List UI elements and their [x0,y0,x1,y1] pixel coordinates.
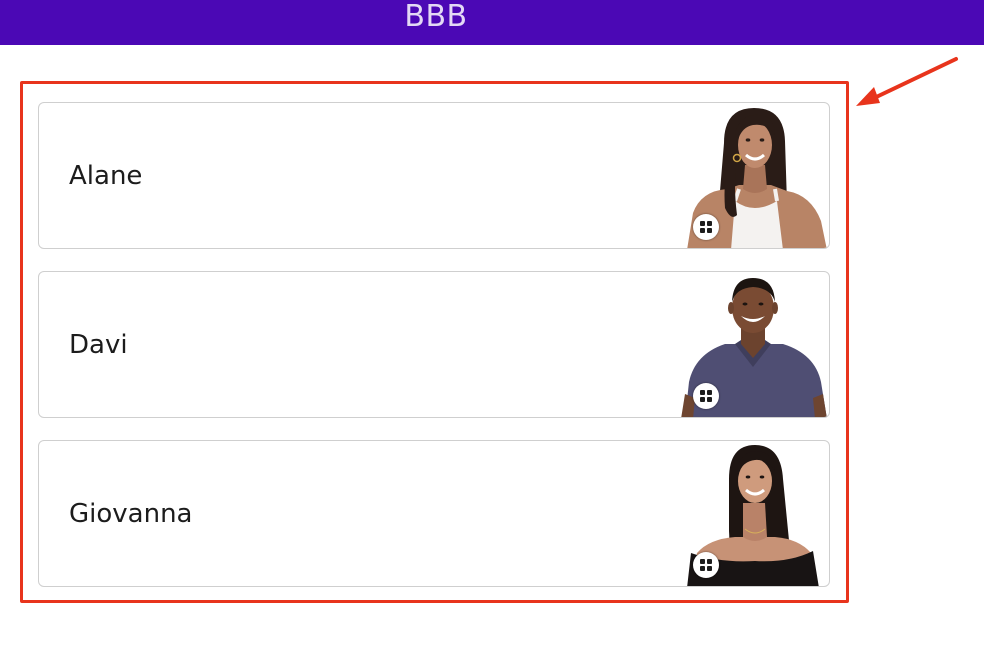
grid-icon[interactable] [693,214,719,240]
grid-icon[interactable] [693,552,719,578]
participant-name: Davi [69,329,128,360]
participant-name: Giovanna [69,498,193,529]
participant-card-davi[interactable]: Davi [38,271,830,418]
participant-card-alane[interactable]: Alane [38,102,830,249]
app-title: BBB [404,0,468,34]
participant-name: Alane [69,160,143,191]
participant-card-giovanna[interactable]: Giovanna [38,440,830,587]
header-bar: BBB [0,0,984,45]
grid-icon[interactable] [693,383,719,409]
annotation-arrow-icon [856,57,958,106]
